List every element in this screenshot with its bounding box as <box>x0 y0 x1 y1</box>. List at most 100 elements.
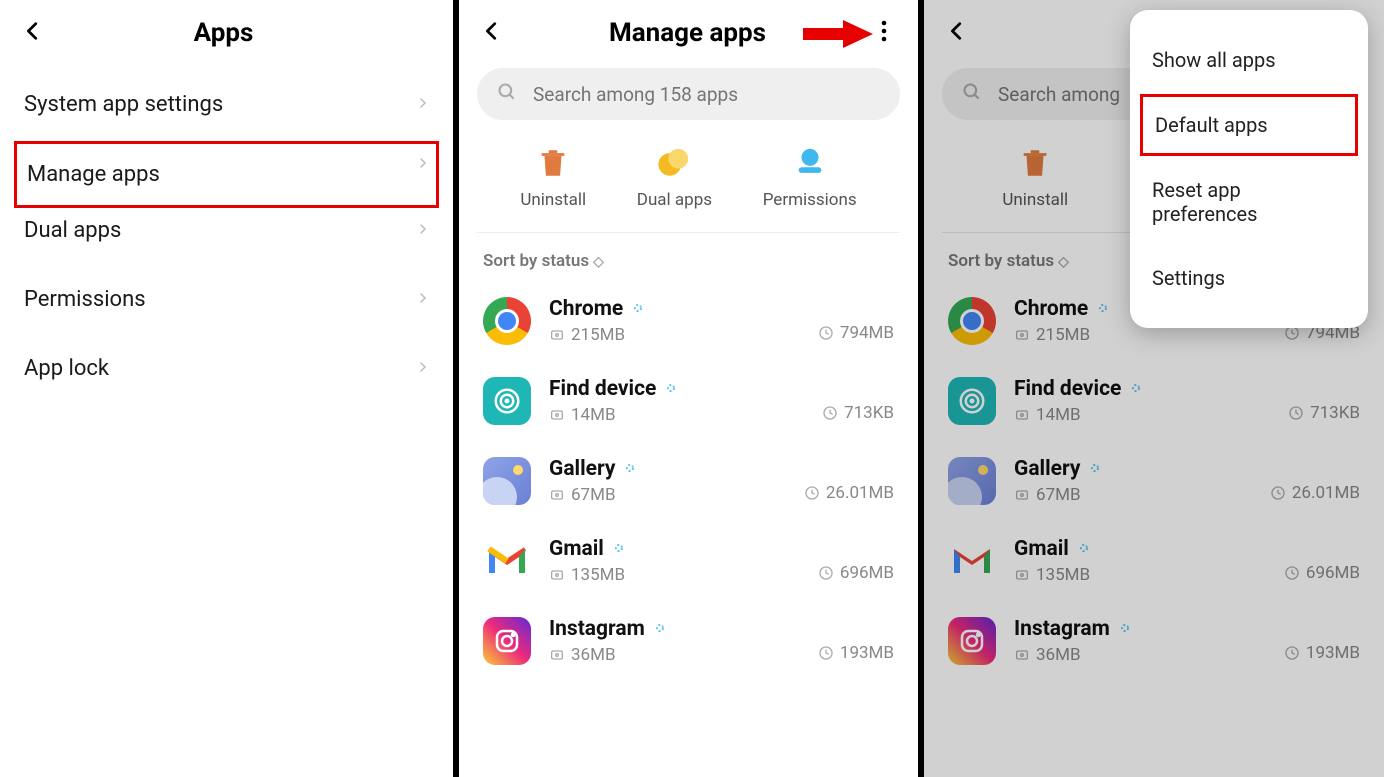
app-usage-label: 696MB <box>1306 563 1360 583</box>
app-row-gmail[interactable]: Gmail135MB 696MB <box>942 521 1366 601</box>
instagram-icon <box>948 617 996 665</box>
action-permissions[interactable]: Permissions <box>763 146 857 210</box>
chevron-right-icon <box>417 220 429 242</box>
app-usage: 26.01MB <box>804 483 894 503</box>
menu-default-apps[interactable]: Default apps <box>1140 94 1358 156</box>
permissions-icon <box>793 146 827 180</box>
app-storage: 215MB <box>1036 325 1090 345</box>
sort-label: Sort by status <box>483 251 589 271</box>
chevron-right-icon <box>417 358 429 380</box>
menu-show-all-apps[interactable]: Show all apps <box>1130 28 1368 92</box>
sort-icon: ◇ <box>1058 254 1069 270</box>
app-name: Find device <box>549 377 656 401</box>
status-dot-icon <box>631 300 645 319</box>
status-dot-icon <box>653 620 667 639</box>
gmail-icon <box>948 537 996 585</box>
status-dot-icon <box>1118 620 1132 639</box>
app-usage: 713KB <box>822 403 894 423</box>
action-label: Dual apps <box>637 190 712 210</box>
search-field[interactable] <box>477 68 900 120</box>
app-list: Chrome 215MB 794MB Find device 14MB 713K… <box>459 281 918 681</box>
more-icon[interactable] <box>872 20 896 46</box>
app-storage: 67MB <box>571 485 616 505</box>
sort-label: Sort by status <box>948 251 1054 271</box>
red-arrow-annotation <box>803 20 873 52</box>
status-dot-icon <box>1129 380 1143 399</box>
gallery-icon <box>483 457 531 505</box>
app-row-gmail[interactable]: Gmail 135MB 696MB <box>477 521 900 601</box>
app-row-find-device[interactable]: Find device 14MB 713KB <box>477 361 900 441</box>
back-icon[interactable] <box>481 20 503 46</box>
app-usage-label: 193MB <box>840 643 894 663</box>
app-usage-label: 794MB <box>840 323 894 343</box>
status-dot-icon <box>664 380 678 399</box>
app-storage: 135MB <box>571 565 625 585</box>
chrome-icon <box>483 297 531 345</box>
trash-icon <box>1018 146 1052 180</box>
menu-settings[interactable]: Settings <box>1130 246 1368 310</box>
back-icon[interactable] <box>22 20 44 46</box>
action-row: Uninstall Dual apps Permissions <box>477 136 900 233</box>
app-usage-label: 713KB <box>844 403 894 423</box>
row-label: Permissions <box>24 287 146 312</box>
search-icon <box>497 82 517 106</box>
instagram-icon <box>483 617 531 665</box>
app-name: Gallery <box>1014 457 1080 481</box>
app-usage-label: 696MB <box>840 563 894 583</box>
row-label: System app settings <box>24 92 223 117</box>
row-app-lock[interactable]: App lock <box>0 334 453 403</box>
overflow-menu: Show all apps Default apps Reset app pre… <box>1130 10 1368 328</box>
action-dual-apps[interactable]: Dual apps <box>637 146 712 210</box>
status-dot-icon <box>612 540 626 559</box>
app-info: Gmail 135MB <box>549 537 800 585</box>
panel-manage-apps: Manage apps Uninstall Dual apps Permissi… <box>459 0 924 777</box>
app-storage: 14MB <box>571 405 616 425</box>
search-input[interactable] <box>533 83 880 106</box>
action-label: Permissions <box>763 190 857 210</box>
app-name: Gmail <box>1014 537 1069 561</box>
row-label: Dual apps <box>24 218 121 243</box>
dual-icon <box>657 146 691 180</box>
sort-icon: ◇ <box>593 254 604 270</box>
app-row-instagram[interactable]: Instagram 36MB 193MB <box>477 601 900 681</box>
menu-reset-app-prefs[interactable]: Reset app preferences <box>1130 158 1368 246</box>
app-list: Chrome215MB 794MB Find device14MB 713KB … <box>924 281 1384 681</box>
page-title: Apps <box>44 18 403 48</box>
gmail-icon <box>483 537 531 585</box>
row-permissions[interactable]: Permissions <box>0 265 453 334</box>
find-device-icon <box>948 377 996 425</box>
search-icon <box>962 82 982 106</box>
app-storage: 14MB <box>1036 405 1081 425</box>
app-usage: 696MB <box>818 563 894 583</box>
app-usage-label: 26.01MB <box>1292 483 1360 503</box>
app-row-instagram[interactable]: Instagram36MB 193MB <box>942 601 1366 681</box>
app-name: Instagram <box>1014 617 1110 641</box>
app-row-chrome[interactable]: Chrome 215MB 794MB <box>477 281 900 361</box>
app-usage: 794MB <box>818 323 894 343</box>
sort-selector[interactable]: Sort by status◇ <box>459 233 918 281</box>
app-info: Instagram 36MB <box>549 617 800 665</box>
app-info: Find device 14MB <box>549 377 804 425</box>
app-name: Gallery <box>549 457 615 481</box>
chrome-icon <box>948 297 996 345</box>
action-uninstall[interactable]: Uninstall <box>1002 146 1068 210</box>
app-storage: 67MB <box>1036 485 1081 505</box>
app-name: Find device <box>1014 377 1121 401</box>
chevron-right-icon <box>417 94 429 116</box>
app-name: Chrome <box>549 297 623 321</box>
app-row-gallery[interactable]: Gallery 67MB 26.01MB <box>942 441 1366 521</box>
app-row-gallery[interactable]: Gallery 67MB 26.01MB <box>477 441 900 521</box>
settings-list: System app settings Manage apps Dual app… <box>0 60 453 413</box>
status-dot-icon <box>1096 300 1110 319</box>
row-dual-apps[interactable]: Dual apps <box>0 196 453 265</box>
panel-manage-apps-menu: Man Uninstall D x Sort by status◇ Chrome… <box>924 0 1384 777</box>
status-dot-icon <box>623 460 637 479</box>
app-name: Chrome <box>1014 297 1088 321</box>
row-label: App lock <box>24 356 109 381</box>
app-info: Gallery 67MB <box>549 457 786 505</box>
app-info: Chrome 215MB <box>549 297 800 345</box>
back-icon[interactable] <box>946 20 968 46</box>
row-system-app-settings[interactable]: System app settings <box>0 70 453 139</box>
app-row-find-device[interactable]: Find device14MB 713KB <box>942 361 1366 441</box>
action-uninstall[interactable]: Uninstall <box>520 146 586 210</box>
